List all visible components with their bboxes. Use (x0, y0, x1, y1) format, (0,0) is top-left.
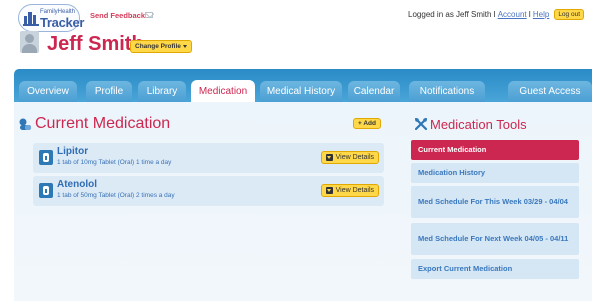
medication-row[interactable]: Atenolol 1 tab of 50mg Tablet (Oral) 2 t… (33, 176, 384, 206)
medication-row[interactable]: Lipitor 1 tab of 10mg Tablet (Oral) 1 ti… (33, 143, 384, 173)
tab-notifications[interactable]: Notifications (409, 81, 485, 102)
pills-icon (19, 118, 31, 130)
tab-guest-access[interactable]: Guest Access (508, 81, 592, 102)
medication-dose: 1 tab of 50mg Tablet (Oral) 2 times a da… (57, 192, 175, 199)
mail-icon[interactable] (145, 12, 153, 18)
avatar (20, 31, 39, 53)
tab-overview[interactable]: Overview (19, 81, 77, 102)
account-link[interactable]: Account (498, 10, 527, 19)
medication-name[interactable]: Atenolol (57, 179, 97, 190)
view-details-label: View Details (335, 154, 374, 161)
logout-button[interactable]: Log out (554, 9, 584, 20)
logged-in-text: Logged in as Jeff Smith (408, 10, 492, 19)
view-details-label: View Details (335, 187, 374, 194)
view-details-button[interactable]: View Details (320, 151, 379, 164)
logo-main-text: Tracker (40, 15, 85, 30)
medication-name[interactable]: Lipitor (57, 146, 88, 157)
tab-profile[interactable]: Profile (86, 81, 132, 102)
send-feedback-link[interactable]: Send Feedback (90, 11, 145, 20)
buildings-icon (23, 12, 39, 26)
dropdown-icon (325, 187, 333, 194)
tool-export-current-medication[interactable]: Export Current Medication (411, 259, 579, 279)
avatar-body (22, 44, 37, 53)
medication-dose: 1 tab of 10mg Tablet (Oral) 1 time a day (57, 159, 172, 166)
tool-med-schedule-this-week[interactable]: Med Schedule For This Week 03/29 - 04/04 (411, 186, 579, 218)
separator: I (493, 10, 496, 19)
tools-icon (415, 118, 427, 130)
pill-bottle-icon (39, 183, 53, 198)
tool-med-schedule-next-week[interactable]: Med Schedule For Next Week 04/05 - 04/11 (411, 223, 579, 255)
change-profile-button[interactable]: Change Profile (130, 40, 192, 53)
dropdown-icon (325, 154, 333, 161)
tab-library[interactable]: Library (138, 81, 186, 102)
chevron-down-icon (182, 44, 187, 48)
change-profile-label: Change Profile (135, 43, 181, 50)
separator: I (528, 10, 531, 19)
tab-medication[interactable]: Medication (191, 80, 255, 102)
add-medication-button[interactable]: + Add (353, 118, 381, 129)
tab-calendar[interactable]: Calendar (348, 81, 400, 102)
help-link[interactable]: Help (533, 10, 549, 19)
avatar-head (25, 34, 34, 43)
user-bar: Logged in as Jeff Smith I Account I Help… (408, 9, 584, 20)
tool-medication-history[interactable]: Medication History (411, 163, 579, 183)
medication-tools-title: Medication Tools (430, 117, 527, 132)
tab-medical-history[interactable]: Medical History (260, 81, 342, 102)
pill-bottle-icon (39, 150, 53, 165)
current-medication-title: Current Medication (35, 115, 171, 132)
tool-current-medication[interactable]: Current Medication (411, 140, 579, 160)
view-details-button[interactable]: View Details (320, 184, 379, 197)
app-window: FamilyHealth Tracker Send Feedback Logge… (0, 0, 592, 301)
tab-bar: Overview Profile Library Medication Medi… (14, 69, 592, 102)
